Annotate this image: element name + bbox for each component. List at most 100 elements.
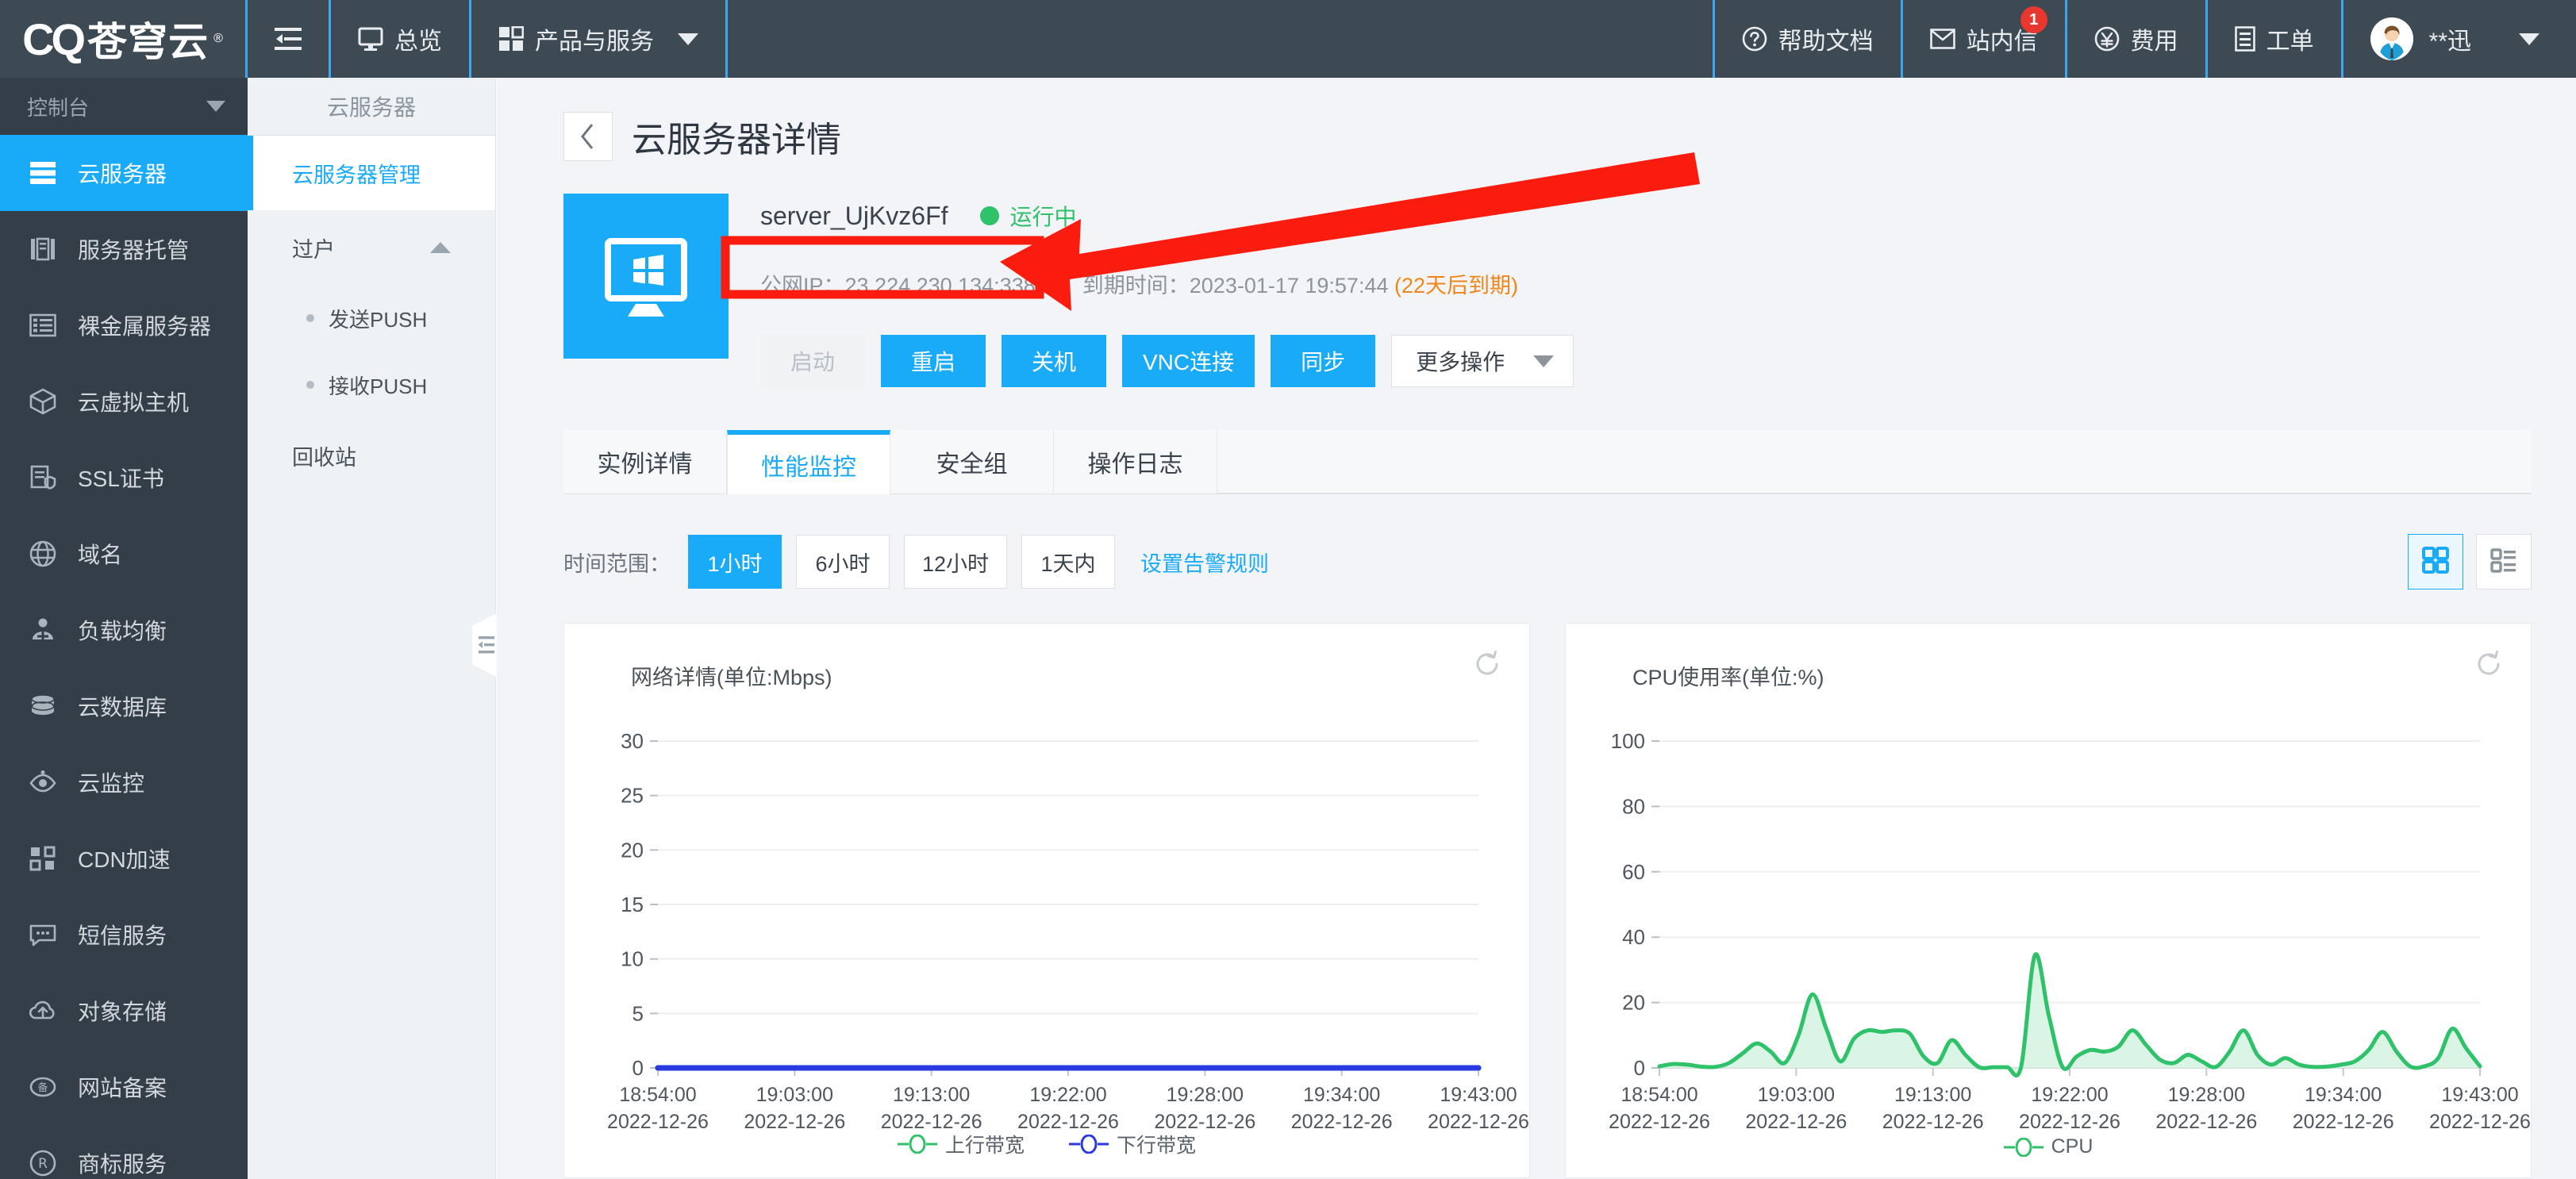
windows-monitor-icon <box>563 194 729 359</box>
range-12h-button[interactable]: 12小时 <box>904 535 1008 589</box>
sync-button[interactable]: 同步 <box>1271 335 1376 387</box>
sub-sidebar-item-receive-push[interactable]: 接收PUSH <box>248 351 495 418</box>
expire-time-field: 到期时间：2023-01-17 19:57:44 (22天后到期) <box>1082 268 1518 299</box>
nav-tickets-label: 工单 <box>2266 29 2314 55</box>
sub-sidebar-item-recycle-bin[interactable]: 回收站 <box>248 418 495 493</box>
nav-overview-label: 总览 <box>394 29 442 55</box>
svg-text:19:22:00: 19:22:00 <box>1029 1084 1106 1106</box>
svg-text:10: 10 <box>621 947 644 971</box>
console-selector[interactable]: 控制台 <box>0 78 248 135</box>
nav-products[interactable]: 产品与服务 <box>471 0 728 78</box>
nav-tickets[interactable]: 工单 <box>2208 0 2343 78</box>
cpu-chart-legend: CPU <box>1566 1135 2531 1158</box>
sidebar-item-trademark[interactable]: R 商标服务 <box>0 1125 248 1179</box>
svg-text:19:13:00: 19:13:00 <box>893 1084 970 1106</box>
globe-icon <box>27 540 59 568</box>
range-1d-button[interactable]: 1天内 <box>1021 535 1116 589</box>
nav-inbox[interactable]: 站内信 1 <box>1903 0 2067 78</box>
more-actions-label: 更多操作 <box>1416 350 1505 374</box>
nav-help-docs[interactable]: 帮助文档 <box>1715 0 1903 78</box>
shutdown-button[interactable]: 关机 <box>1002 335 1106 387</box>
grid-view-button[interactable] <box>2408 534 2463 590</box>
sidebar-item-domain[interactable]: 域名 <box>0 516 248 592</box>
sidebar-item-object-storage[interactable]: 对象存储 <box>0 973 248 1049</box>
sub-sidebar-item-label: 回收站 <box>292 445 356 470</box>
list-view-button[interactable] <box>2476 534 2532 590</box>
page-title: 云服务器详情 <box>632 121 841 159</box>
cpu-chart-card: CPU使用率(单位:%) 0 20 40 60 80 100 18:54:00 2022-12… <box>1565 623 2532 1178</box>
public-ip-field[interactable]: 公网IP：23.224.230.134:3389 <box>760 268 1048 299</box>
status-badge: 运行中 <box>979 200 1077 232</box>
expire-warning: (22天后到期) <box>1394 273 1519 298</box>
sidebar-item-server-hosting[interactable]: 服务器托管 <box>0 211 248 287</box>
legend-cpu[interactable]: CPU <box>2003 1135 2093 1158</box>
chevron-down-icon <box>206 101 225 112</box>
nav-billing-label: 费用 <box>2130 29 2178 55</box>
svg-text:80: 80 <box>1622 794 1645 818</box>
sidebar-item-label: 服务器托管 <box>78 238 190 263</box>
svg-text:2022-12-26: 2022-12-26 <box>2019 1111 2120 1133</box>
chevron-down-icon <box>2519 33 2539 45</box>
registered-mark-icon: ® <box>213 32 223 45</box>
user-menu[interactable]: **迅 <box>2343 0 2576 78</box>
svg-text:19:28:00: 19:28:00 <box>1167 1084 1244 1106</box>
top-header: CQ 苍穹云 ® 总览 产品与服务 帮助文档 站内信 1 费用 工单 **迅 <box>0 0 2576 78</box>
tab-label: 操作日志 <box>1087 451 1183 478</box>
svg-text:19:34:00: 19:34:00 <box>1303 1084 1380 1106</box>
svg-text:2022-12-26: 2022-12-26 <box>1745 1111 1847 1133</box>
server-action-buttons: 启动 重启 关机 VNC连接 同步 更多操作 <box>760 335 1574 387</box>
svg-text:18:54:00: 18:54:00 <box>1621 1084 1697 1106</box>
legend-label: CPU <box>2051 1135 2093 1158</box>
vnc-connect-button[interactable]: VNC连接 <box>1122 335 1255 387</box>
main-content: 云服务器详情 server_UjKvz6Ff 运行中 公网IP：23.224.2… <box>497 78 2576 1179</box>
more-actions-dropdown[interactable]: 更多操作 <box>1391 335 1574 387</box>
sidebar-item-cloud-database[interactable]: 云数据库 <box>0 668 248 744</box>
legend-upload-bandwidth[interactable]: 上行带宽 <box>897 1130 1025 1158</box>
server-info: server_UjKvz6Ff 运行中 公网IP：23.224.230.134:… <box>760 194 1574 387</box>
ticket-icon <box>2234 26 2255 52</box>
svg-text:19:28:00: 19:28:00 <box>2168 1084 2245 1106</box>
brand-logo[interactable]: CQ 苍穹云 ® <box>0 0 248 78</box>
svg-text:19:03:00: 19:03:00 <box>1758 1084 1835 1106</box>
sub-sidebar-group-transfer[interactable]: 过户 <box>248 210 495 285</box>
tab-operation-log[interactable]: 操作日志 <box>1054 430 1217 493</box>
tab-filler <box>1217 430 2532 493</box>
chevron-up-icon <box>430 242 451 253</box>
range-6h-button[interactable]: 6小时 <box>796 535 890 589</box>
sidebar-item-label: 短信服务 <box>78 924 167 948</box>
tab-security-group[interactable]: 安全组 <box>890 430 1054 493</box>
chevron-down-icon <box>678 33 698 45</box>
sidebar-item-bare-metal[interactable]: 裸金属服务器 <box>0 287 248 363</box>
sub-sidebar-item-send-push[interactable]: 发送PUSH <box>248 285 495 351</box>
tab-label: 性能监控 <box>761 454 856 481</box>
nav-billing[interactable]: 费用 <box>2067 0 2208 78</box>
server-meta: 公网IP：23.224.230.134:3389 到期时间：2023-01-17… <box>760 259 1574 308</box>
start-button[interactable]: 启动 <box>760 335 865 387</box>
sidebar-item-sms[interactable]: 短信服务 <box>0 897 248 973</box>
sidebar-item-cloud-monitor[interactable]: 云监控 <box>0 744 248 820</box>
sidebar-item-label: 网站备案 <box>78 1076 167 1100</box>
sidebar-item-virtual-host[interactable]: 云虚拟主机 <box>0 363 248 440</box>
public-ip-label: 公网IP： <box>760 273 845 298</box>
expire-time-value: 2023-01-17 19:57:44 <box>1189 273 1389 298</box>
sidebar-item-cloud-server[interactable]: 云服务器 <box>0 135 248 211</box>
restart-button[interactable]: 重启 <box>881 335 986 387</box>
legend-download-bandwidth[interactable]: 下行带宽 <box>1069 1130 1196 1158</box>
svg-text:30: 30 <box>621 729 644 753</box>
back-button[interactable] <box>563 112 613 161</box>
nav-overview[interactable]: 总览 <box>331 0 471 78</box>
sub-sidebar-item-cloud-server-manage[interactable]: 云服务器管理 <box>248 136 495 210</box>
sidebar-item-load-balancer[interactable]: 负载均衡 <box>0 592 248 668</box>
status-dot-icon <box>979 206 999 225</box>
legend-marker-icon <box>1069 1135 1109 1154</box>
sidebar-collapse-toggle[interactable] <box>248 0 331 78</box>
sidebar-item-cdn[interactable]: CDN加速 <box>0 820 248 897</box>
set-alarm-rule-link[interactable]: 设置告警规则 <box>1140 547 1269 578</box>
range-1h-button[interactable]: 1小时 <box>688 535 782 589</box>
sidebar-item-icp-filing[interactable]: 备 网站备案 <box>0 1049 248 1125</box>
tab-performance-monitor[interactable]: 性能监控 <box>727 430 890 494</box>
sidebar-item-ssl-certificate[interactable]: SSL证书 <box>0 440 248 516</box>
tab-instance-detail[interactable]: 实例详情 <box>563 430 727 493</box>
sidebar-item-label: 云监控 <box>78 771 145 796</box>
tab-label: 安全组 <box>936 451 1008 478</box>
